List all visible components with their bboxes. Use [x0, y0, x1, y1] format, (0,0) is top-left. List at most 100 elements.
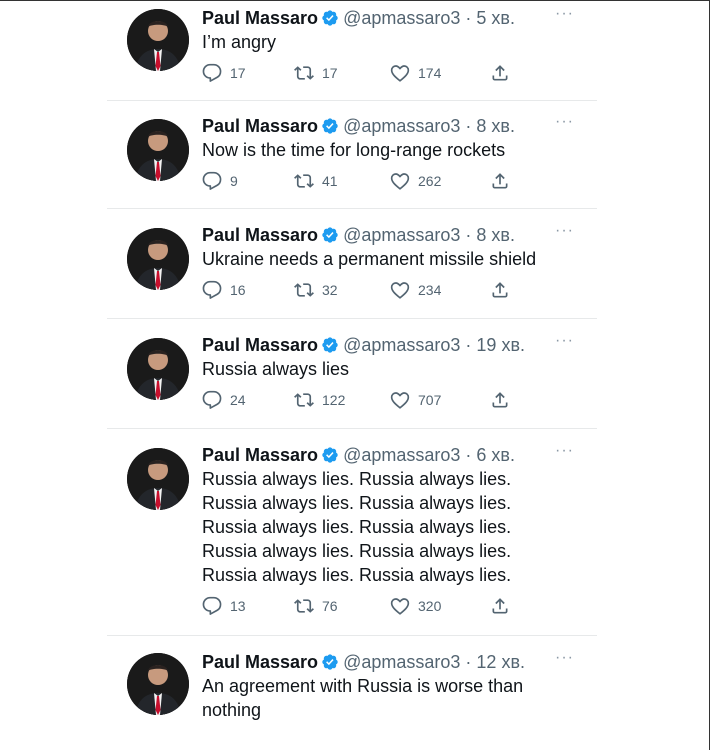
share-icon	[490, 280, 510, 300]
reply-icon	[202, 390, 222, 410]
author-name[interactable]: Paul Massaro	[202, 116, 318, 136]
share-icon	[490, 596, 510, 616]
reply-button[interactable]: 24	[202, 390, 246, 410]
reply-count: 9	[230, 173, 238, 189]
share-button[interactable]	[490, 596, 518, 616]
retweet-button[interactable]: 76	[294, 596, 338, 616]
more-options-icon[interactable]: ···	[555, 222, 574, 240]
retweet-count: 17	[322, 65, 338, 81]
more-options-icon[interactable]: ···	[555, 5, 574, 23]
retweet-button[interactable]: 41	[294, 171, 338, 191]
author-name[interactable]: Paul Massaro	[202, 225, 318, 245]
tweet-text: Ukraine needs a permanent missile shield	[202, 249, 537, 269]
divider	[107, 635, 597, 636]
author-handle[interactable]: @apmassaro3	[343, 8, 460, 28]
retweet-count: 32	[322, 282, 338, 298]
like-button[interactable]: 320	[390, 596, 441, 616]
retweet-count: 41	[322, 173, 338, 189]
timestamp[interactable]: 19 хв.	[476, 335, 525, 355]
author-handle[interactable]: @apmassaro3	[343, 445, 460, 465]
reply-icon	[202, 171, 222, 191]
author-handle[interactable]: @apmassaro3	[343, 335, 460, 355]
heart-icon	[390, 390, 410, 410]
retweet-icon	[294, 171, 314, 191]
timestamp[interactable]: 8 хв.	[476, 225, 515, 245]
retweet-count: 76	[322, 598, 338, 614]
verified-badge-icon	[321, 9, 339, 27]
timestamp[interactable]: 8 хв.	[476, 116, 515, 136]
like-count: 234	[418, 282, 442, 298]
divider	[107, 428, 597, 429]
share-button[interactable]	[490, 390, 518, 410]
screenshot-frame: Paul Massaro @apmassaro3 · 5 хв. ··· I’m …	[0, 0, 710, 750]
retweet-button[interactable]: 17	[294, 63, 338, 83]
tweet-actions: 17 17 174	[202, 63, 522, 87]
like-button[interactable]: 234	[390, 280, 441, 300]
tweet-header: Paul Massaro @apmassaro3 · 8 хв.	[202, 224, 515, 246]
author-name[interactable]: Paul Massaro	[202, 8, 318, 28]
tweet-text: Russia always lies	[202, 359, 350, 379]
share-button[interactable]	[490, 280, 518, 300]
avatar[interactable]	[127, 448, 189, 510]
more-options-icon[interactable]: ···	[555, 442, 574, 460]
avatar[interactable]	[127, 119, 189, 181]
verified-badge-icon	[321, 653, 339, 671]
author-handle[interactable]: @apmassaro3	[343, 225, 460, 245]
like-count: 320	[418, 598, 442, 614]
reply-button[interactable]: 13	[202, 596, 246, 616]
more-options-icon[interactable]: ···	[555, 332, 574, 350]
tweet-header: Paul Massaro @apmassaro3 · 19 хв.	[202, 334, 525, 356]
share-icon	[490, 63, 510, 83]
more-options-icon[interactable]: ···	[555, 649, 574, 667]
author-name[interactable]: Paul Massaro	[202, 445, 318, 465]
retweet-icon	[294, 596, 314, 616]
like-count: 262	[418, 173, 442, 189]
reply-count: 13	[230, 598, 246, 614]
retweet-button[interactable]: 122	[294, 390, 345, 410]
tweet-actions: 9 41 262	[202, 171, 522, 195]
tweet-header: Paul Massaro @apmassaro3 · 5 хв.	[202, 7, 515, 29]
tweet-header: Paul Massaro @apmassaro3 · 12 хв.	[202, 651, 525, 673]
like-button[interactable]: 262	[390, 171, 441, 191]
retweet-button[interactable]: 32	[294, 280, 338, 300]
author-name[interactable]: Paul Massaro	[202, 335, 318, 355]
avatar[interactable]	[127, 228, 189, 290]
share-icon	[490, 390, 510, 410]
reply-button[interactable]: 16	[202, 280, 246, 300]
share-button[interactable]	[490, 171, 518, 191]
avatar[interactable]	[127, 338, 189, 400]
author-name[interactable]: Paul Massaro	[202, 652, 318, 672]
avatar[interactable]	[127, 9, 189, 71]
separator: ·	[465, 652, 472, 672]
author-handle[interactable]: @apmassaro3	[343, 116, 460, 136]
timestamp[interactable]: 6 хв.	[476, 445, 515, 465]
reply-count: 24	[230, 392, 246, 408]
author-handle[interactable]: @apmassaro3	[343, 652, 460, 672]
like-button[interactable]: 174	[390, 63, 441, 83]
reply-icon	[202, 63, 222, 83]
reply-button[interactable]: 17	[202, 63, 246, 83]
timestamp[interactable]: 5 хв.	[476, 8, 515, 28]
retweet-icon	[294, 280, 314, 300]
reply-icon	[202, 280, 222, 300]
like-button[interactable]: 707	[390, 390, 441, 410]
separator: ·	[465, 225, 472, 245]
divider	[107, 100, 597, 101]
verified-badge-icon	[321, 336, 339, 354]
tweet-header: Paul Massaro @apmassaro3 · 6 хв.	[202, 444, 515, 466]
more-options-icon[interactable]: ···	[555, 113, 574, 131]
share-button[interactable]	[490, 63, 518, 83]
avatar[interactable]	[127, 653, 189, 715]
timestamp[interactable]: 12 хв.	[476, 652, 525, 672]
separator: ·	[465, 8, 472, 28]
tweet-header: Paul Massaro @apmassaro3 · 8 хв.	[202, 115, 515, 137]
retweet-count: 122	[322, 392, 346, 408]
like-count: 174	[418, 65, 442, 81]
heart-icon	[390, 63, 410, 83]
reply-button[interactable]: 9	[202, 171, 238, 191]
heart-icon	[390, 171, 410, 191]
divider	[107, 208, 597, 209]
tweet-text: An agreement with Russia is worse than n…	[202, 676, 524, 720]
verified-badge-icon	[321, 117, 339, 135]
tweet-text: Russia always lies. Russia always lies. …	[202, 469, 512, 585]
